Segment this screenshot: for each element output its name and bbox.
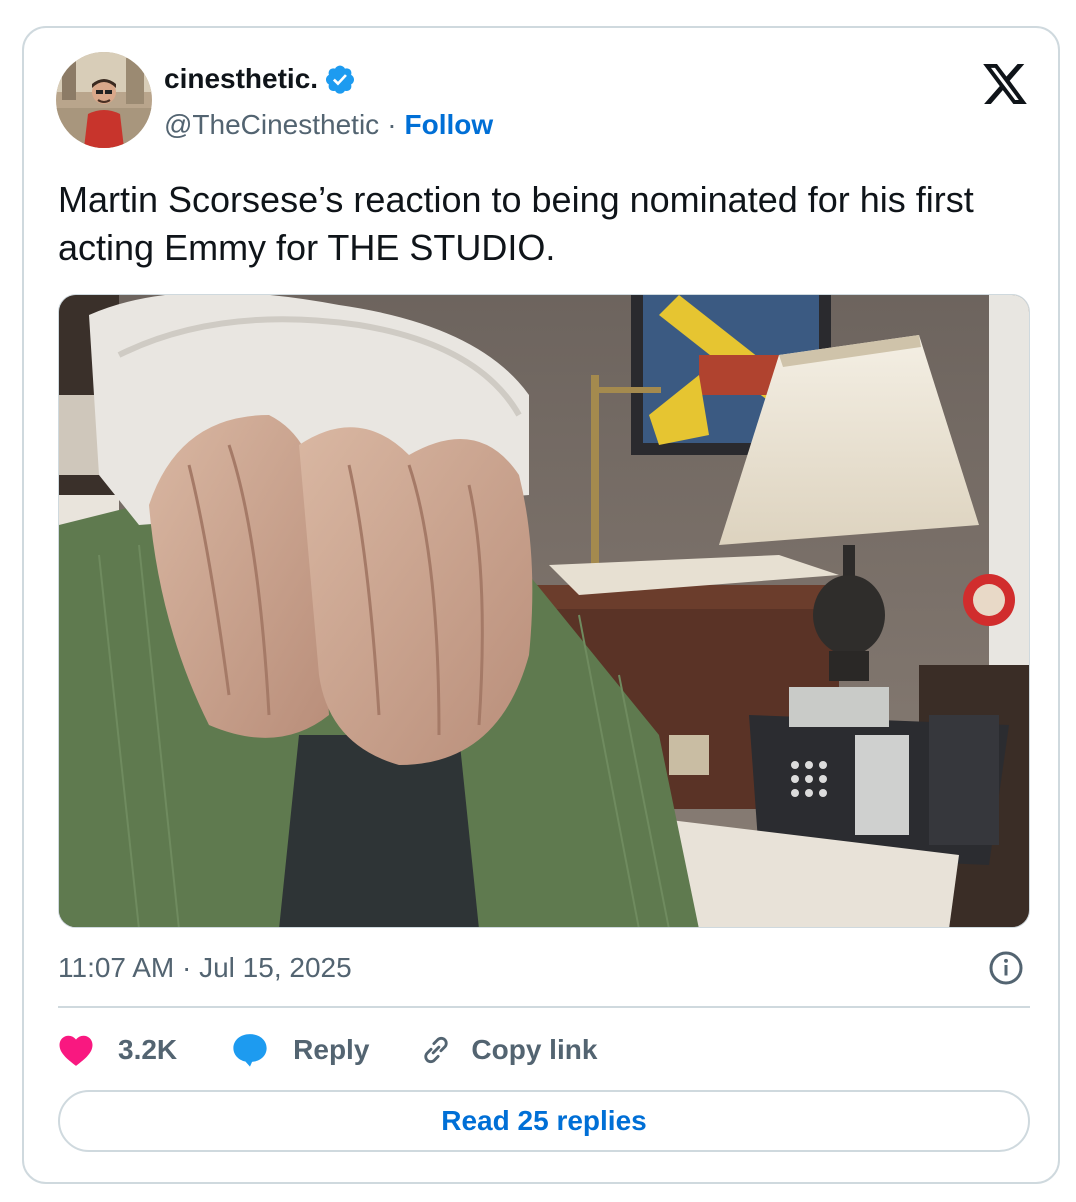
verified-badge-icon [324,63,356,95]
separator-dot: · [387,109,397,140]
copy-link-label: Copy link [471,1034,598,1065]
action-bar: 3.2K Reply Copy link [58,1030,597,1070]
photo-scene [59,295,1029,927]
tweet-timestamp[interactable]: 11:07 AM · Jul 15, 2025 [58,950,352,986]
tweet-text: Martin Scorsese’s reaction to being nomi… [58,179,974,268]
heart-icon [58,1033,94,1067]
read-replies-button[interactable]: Read 25 replies [58,1090,1030,1152]
avatar[interactable] [56,52,152,148]
like-count: 3.2K [118,1034,178,1065]
author-display-name[interactable]: cinesthetic. [164,62,318,96]
avatar-image [56,52,152,148]
author-handle-row: @TheCinesthetic · Follow [164,108,493,142]
read-replies-label: Read 25 replies [441,1105,647,1136]
link-icon [419,1033,453,1067]
tweet-embed-card: cinesthetic. @TheCinesthetic · Follow Ma… [22,26,1060,1184]
author-handle[interactable]: @TheCinesthetic [164,108,379,142]
info-icon[interactable] [988,950,1024,986]
reply-label: Reply [293,1034,370,1065]
divider [58,1006,1030,1008]
reply-button[interactable]: Reply [231,1032,369,1068]
speech-bubble-icon [231,1032,269,1068]
x-logo-icon[interactable] [982,64,1028,104]
follow-button[interactable]: Follow [405,108,494,142]
like-button[interactable]: 3.2K [58,1033,177,1067]
copy-link-button[interactable]: Copy link [419,1033,597,1067]
author-name-row: cinesthetic. [164,62,356,96]
tweet-photo[interactable] [58,294,1030,928]
